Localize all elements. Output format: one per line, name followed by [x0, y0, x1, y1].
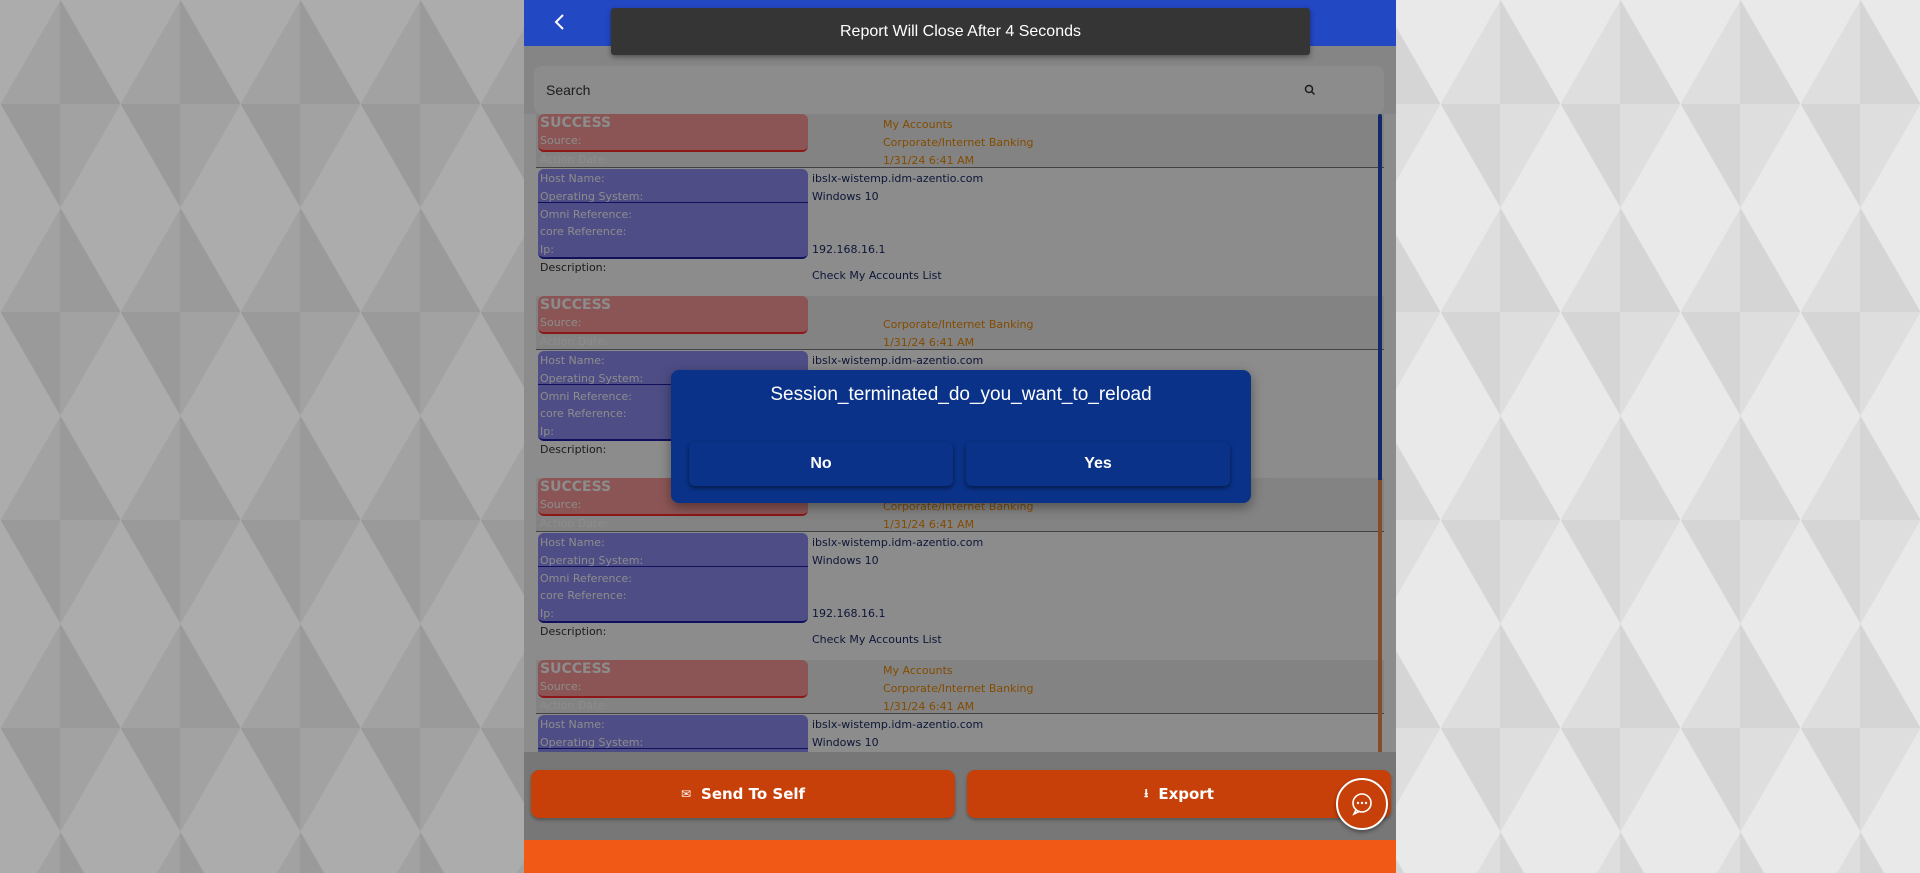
bottom-action-bar: ✉ Send To Self ⭳ Export [524, 752, 1396, 840]
export-label: Export [1158, 785, 1214, 803]
send-to-self-button[interactable]: ✉ Send To Self [531, 770, 955, 818]
no-button[interactable]: No [689, 442, 953, 486]
back-button[interactable] [548, 10, 572, 34]
session-dialog: Session_terminated_do_you_want_to_reload… [671, 370, 1251, 503]
chat-button[interactable] [1336, 778, 1388, 830]
export-button[interactable]: ⭳ Export [967, 770, 1391, 818]
footer-bar [524, 840, 1396, 873]
chat-bubble-icon [1352, 793, 1372, 816]
envelope-icon: ✉ [680, 787, 692, 801]
yes-button[interactable]: Yes [966, 442, 1230, 486]
dialog-message: Session_terminated_do_you_want_to_reload [770, 384, 1152, 405]
background-left [0, 0, 524, 873]
background-right [1396, 0, 1920, 873]
send-to-self-label: Send To Self [701, 785, 806, 803]
chevron-left-icon [554, 14, 564, 30]
toast-notification: Report Will Close After 4 Seconds [611, 8, 1310, 55]
download-icon: ⭳ [1144, 785, 1149, 800]
